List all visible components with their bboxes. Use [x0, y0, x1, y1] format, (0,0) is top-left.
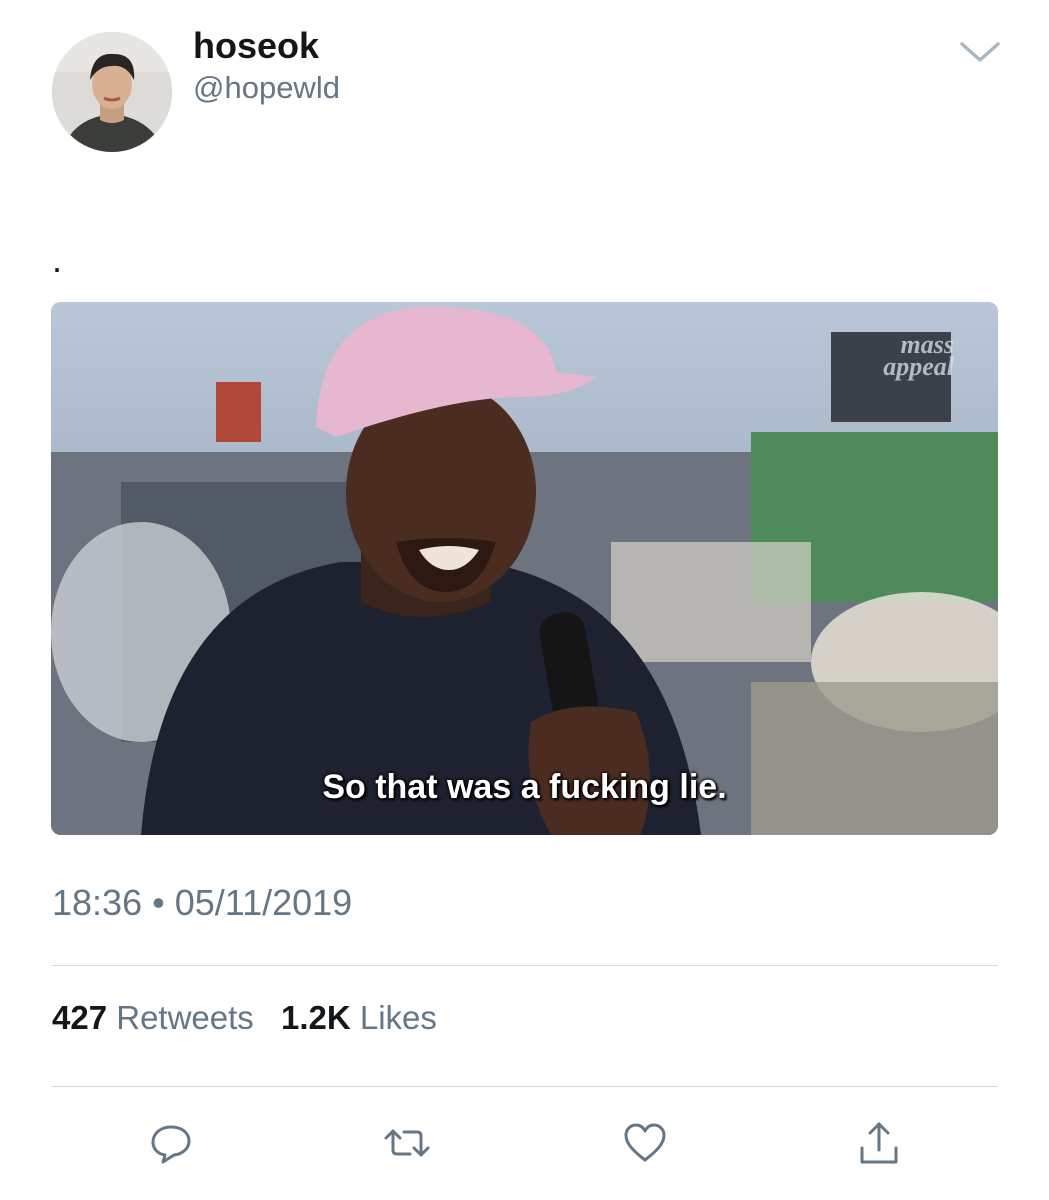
reply-icon[interactable]: [146, 1118, 196, 1168]
like-icon[interactable]: [620, 1118, 670, 1168]
avatar[interactable]: [52, 32, 172, 152]
divider: [52, 965, 998, 966]
retweet-icon[interactable]: [382, 1118, 432, 1168]
media-subtitle: So that was a fucking lie.: [322, 768, 727, 806]
user-handle[interactable]: @hopewld: [193, 70, 340, 106]
media-watermark: mass appeal: [883, 330, 954, 381]
retweets-label: Retweets: [116, 999, 254, 1036]
tweet-media[interactable]: mass appeal So that was a fucking lie.: [51, 302, 998, 835]
retweets-count: 427: [52, 999, 108, 1036]
user-name[interactable]: hoseok: [193, 26, 319, 66]
chevron-down-icon[interactable]: [958, 36, 1002, 66]
media-image: [51, 302, 998, 835]
divider: [52, 1086, 998, 1087]
likes-count: 1.2K: [280, 999, 351, 1036]
likes-label: Likes: [359, 999, 437, 1036]
retweets-stat[interactable]: 427 Retweets: [52, 999, 254, 1036]
share-icon[interactable]: [854, 1118, 904, 1168]
tweet-timestamp[interactable]: 18:36 • 05/11/2019: [52, 882, 352, 924]
likes-stat[interactable]: 1.2K Likes: [281, 999, 437, 1036]
tweet-text: .: [52, 239, 63, 280]
avatar-image: [52, 32, 172, 152]
tweet-stats: 427 Retweets 1.2K Likes: [52, 998, 455, 1038]
